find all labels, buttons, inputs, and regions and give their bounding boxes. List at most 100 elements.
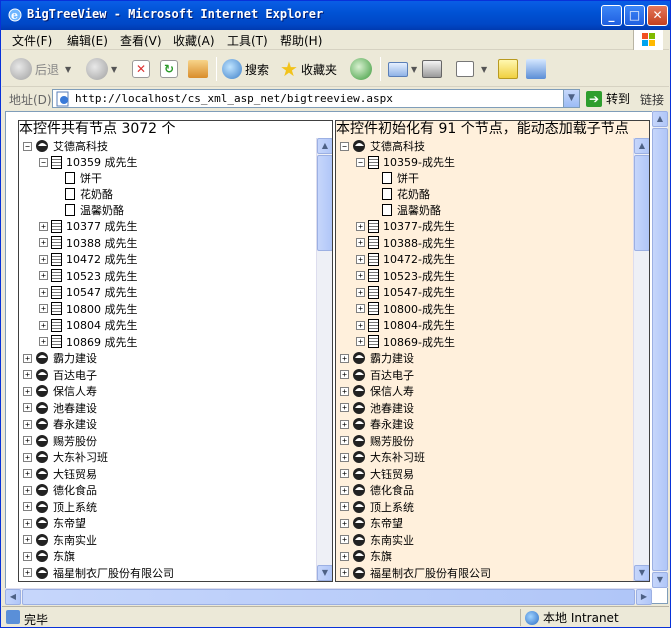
tree-node-company[interactable]: + 大钰贸易: [340, 466, 414, 482]
tree-node-child[interactable]: +10800 成先生: [39, 301, 138, 317]
mail-button[interactable]: ▼: [388, 55, 417, 83]
expand-icon[interactable]: +: [340, 568, 349, 577]
scroll-right-icon[interactable]: ▶: [636, 589, 652, 605]
expand-icon[interactable]: +: [340, 403, 349, 412]
tree-node-child[interactable]: +10523-成先生: [356, 268, 455, 284]
page-horizontal-scrollbar[interactable]: ◀ ▶: [5, 588, 652, 605]
collapse-icon[interactable]: −: [39, 157, 48, 167]
expand-icon[interactable]: +: [39, 304, 48, 313]
tree-node-company[interactable]: + 东旗: [23, 548, 75, 564]
tree-leaf[interactable]: 温馨奶酪: [61, 202, 124, 218]
tree-node-expanded-child[interactable]: − 10359-成先生: [356, 154, 455, 170]
expand-icon[interactable]: +: [23, 518, 32, 528]
left-vertical-scrollbar[interactable]: ▲ ▼: [316, 138, 332, 581]
menu-help[interactable]: 帮助(H): [280, 32, 322, 49]
collapse-icon[interactable]: −: [356, 157, 365, 167]
expand-icon[interactable]: +: [340, 419, 349, 429]
expand-icon[interactable]: +: [340, 452, 349, 462]
menu-view[interactable]: 查看(V): [120, 32, 162, 49]
minimize-button[interactable]: _: [601, 5, 622, 26]
tree-node-child[interactable]: +10547-成先生: [356, 284, 455, 300]
address-dropdown-icon[interactable]: ▼: [563, 90, 579, 107]
tree-node-company[interactable]: + 春永建设: [340, 416, 414, 432]
scroll-up-icon[interactable]: ▲: [634, 138, 649, 154]
tree-node-company[interactable]: + 东南实业: [340, 532, 414, 548]
chevron-down-icon[interactable]: ▼: [111, 65, 117, 74]
expand-icon[interactable]: +: [356, 320, 365, 330]
tree-node-child[interactable]: +10804-成先生: [356, 317, 455, 333]
tree-node-child[interactable]: +10523 成先生: [39, 268, 138, 284]
expand-icon[interactable]: +: [39, 320, 48, 330]
scroll-down-icon[interactable]: ▼: [634, 565, 649, 581]
print-button[interactable]: [422, 55, 445, 83]
expand-icon[interactable]: +: [340, 535, 349, 544]
tree-leaf[interactable]: 花奶酪: [378, 186, 430, 202]
expand-icon[interactable]: +: [23, 370, 32, 379]
scroll-down-icon[interactable]: ▼: [317, 565, 332, 581]
expand-icon[interactable]: +: [23, 568, 32, 577]
search-button[interactable]: 搜索: [222, 55, 269, 83]
scroll-thumb[interactable]: [22, 589, 635, 605]
expand-icon[interactable]: +: [356, 271, 365, 280]
tree-node-child[interactable]: +10388-成先生: [356, 235, 455, 251]
tree-node-company[interactable]: + 福星制衣厂股份有限公司: [340, 565, 491, 581]
maximize-button[interactable]: □: [624, 5, 645, 26]
tree-node-expanded-child[interactable]: − 10359 成先生: [39, 154, 138, 170]
expand-icon[interactable]: +: [39, 238, 48, 247]
expand-icon[interactable]: +: [23, 485, 32, 495]
tree-node-company[interactable]: + 德化食品: [340, 482, 414, 498]
links-button[interactable]: 链接: [640, 91, 664, 108]
tree-node-company[interactable]: + 大钰贸易: [23, 466, 97, 482]
tree-node-company[interactable]: + 大东补习班: [340, 449, 425, 465]
expand-icon[interactable]: +: [23, 502, 32, 511]
messenger-button[interactable]: [526, 55, 549, 83]
expand-icon[interactable]: +: [23, 436, 32, 445]
expand-icon[interactable]: +: [340, 485, 349, 495]
tree-node-company[interactable]: + 保信人寿: [23, 383, 97, 399]
forward-button[interactable]: ▼: [86, 55, 117, 83]
expand-icon[interactable]: +: [340, 436, 349, 445]
expand-icon[interactable]: +: [23, 403, 32, 412]
menu-tools[interactable]: 工具(T): [227, 32, 268, 49]
expand-icon[interactable]: +: [23, 353, 32, 363]
tree-node-company[interactable]: + 大东补习班: [23, 449, 108, 465]
expand-icon[interactable]: +: [340, 518, 349, 528]
tree-leaf[interactable]: 温馨奶酪: [378, 202, 441, 218]
tree-node-root[interactable]: − 艾德高科技: [23, 138, 108, 154]
chevron-down-icon[interactable]: ▼: [65, 65, 71, 74]
expand-icon[interactable]: +: [340, 551, 349, 561]
tree-node-company[interactable]: + 春永建设: [23, 416, 97, 432]
expand-icon[interactable]: +: [23, 452, 32, 462]
expand-icon[interactable]: +: [23, 419, 32, 429]
expand-icon[interactable]: +: [356, 304, 365, 313]
tree-node-company[interactable]: + 顶上系统: [340, 499, 414, 515]
scroll-thumb[interactable]: [317, 155, 332, 251]
tree-node-company[interactable]: + 东帝望: [340, 515, 403, 531]
tree-node-child[interactable]: +10869-成先生: [356, 334, 455, 350]
refresh-button[interactable]: ↻: [160, 55, 181, 83]
collapse-icon[interactable]: −: [340, 141, 349, 151]
back-button[interactable]: 后退 ▼: [10, 55, 71, 83]
go-button[interactable]: ➔ 转到: [586, 89, 630, 108]
history-button[interactable]: [350, 55, 375, 83]
tree-leaf[interactable]: 饼干: [378, 170, 419, 186]
expand-icon[interactable]: +: [340, 502, 349, 511]
chevron-down-icon[interactable]: ▼: [481, 65, 487, 74]
tree-node-child[interactable]: +10547 成先生: [39, 284, 138, 300]
scroll-thumb[interactable]: [634, 155, 649, 251]
expand-icon[interactable]: +: [340, 370, 349, 379]
close-button[interactable]: ✕: [647, 5, 668, 26]
page-vertical-scrollbar[interactable]: ▲ ▼: [652, 111, 668, 588]
expand-icon[interactable]: +: [356, 287, 365, 297]
tree-node-company[interactable]: + 百达电子: [340, 367, 414, 383]
expand-icon[interactable]: +: [340, 353, 349, 363]
home-button[interactable]: [188, 55, 211, 83]
tree-leaf[interactable]: 花奶酪: [61, 186, 113, 202]
tree-node-company[interactable]: + 保信人寿: [340, 383, 414, 399]
tree-node-child[interactable]: +10472-成先生: [356, 251, 455, 267]
expand-icon[interactable]: +: [23, 551, 32, 561]
tree-node-child[interactable]: +10377 成先生: [39, 218, 138, 234]
tree-node-child[interactable]: +10804 成先生: [39, 317, 138, 333]
tree-node-company[interactable]: + 池春建设: [23, 400, 97, 416]
tree-node-child[interactable]: +10377-成先生: [356, 218, 455, 234]
